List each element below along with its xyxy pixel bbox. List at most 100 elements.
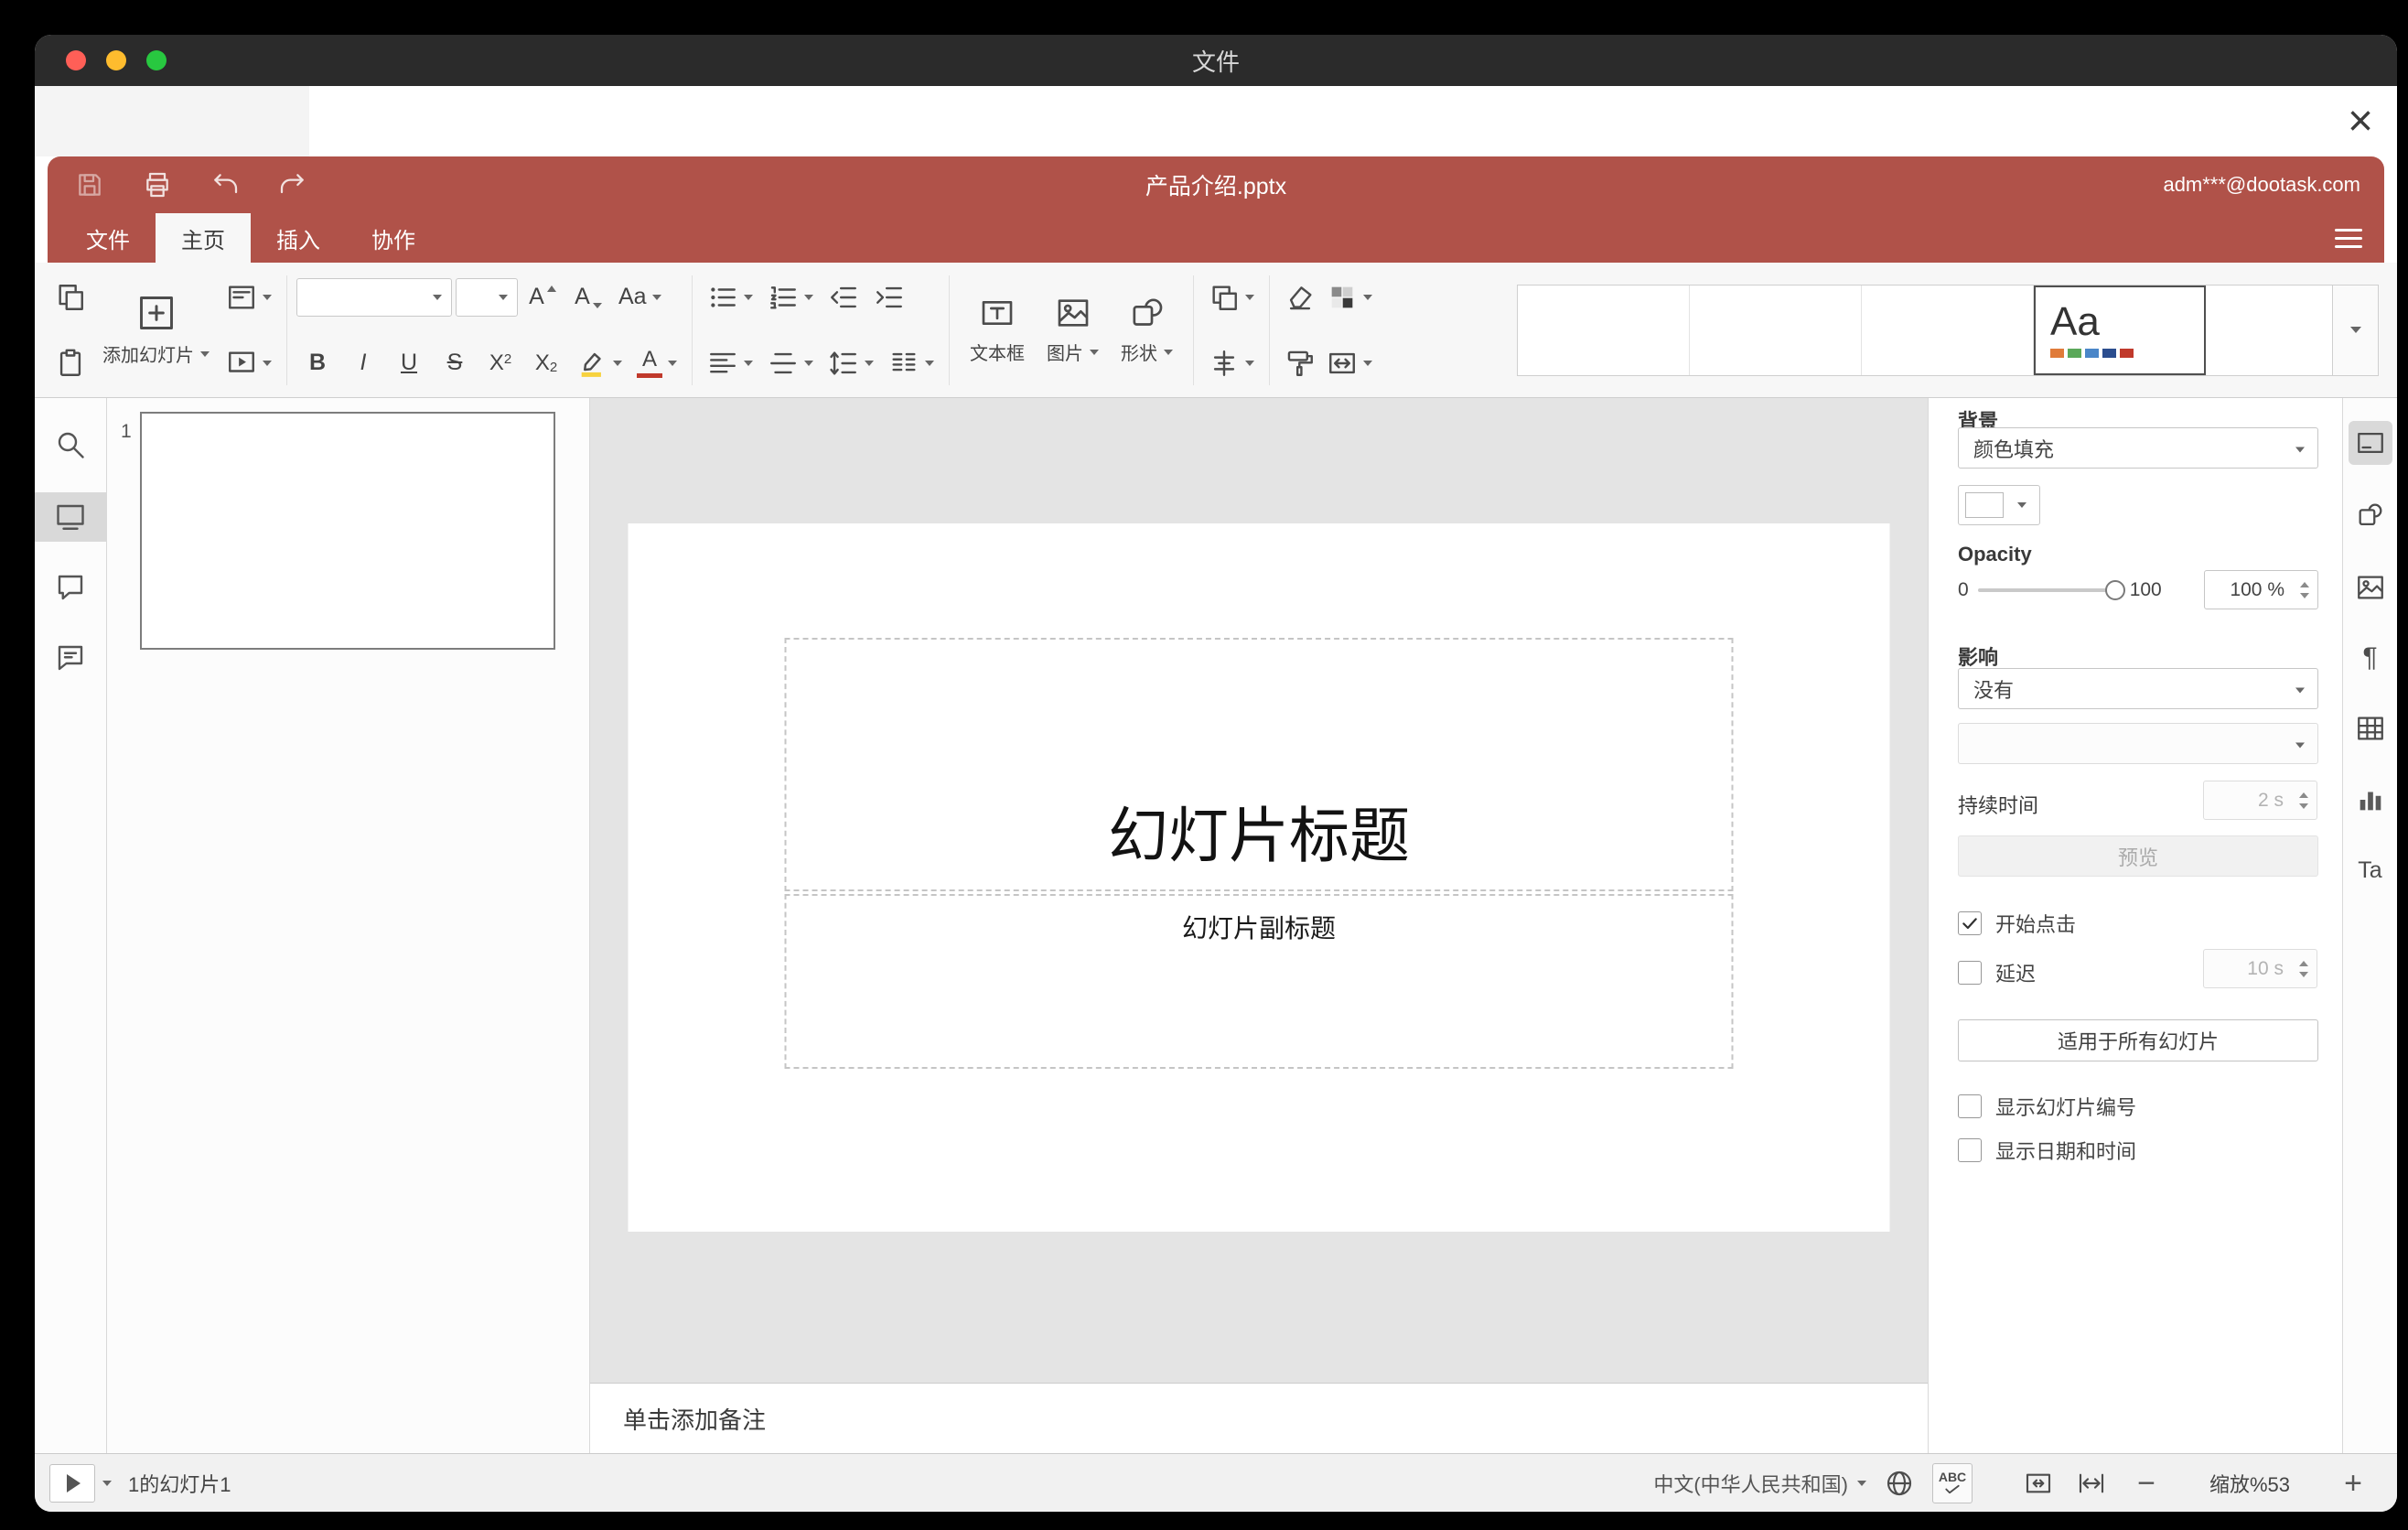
numbered-list-button[interactable] bbox=[762, 272, 819, 323]
decrease-indent-button[interactable] bbox=[822, 272, 865, 323]
slide-layout-button[interactable] bbox=[220, 272, 277, 323]
show-date-time-checkbox[interactable] bbox=[1958, 1138, 1982, 1162]
arrange-shapes-button[interactable] bbox=[1203, 272, 1260, 323]
theme-thumbnail-selected[interactable]: Aa bbox=[2034, 285, 2206, 375]
show-slide-number-checkbox[interactable] bbox=[1958, 1094, 1982, 1118]
zoom-out-button[interactable]: − bbox=[2126, 1468, 2166, 1499]
slide-fill-button[interactable] bbox=[1321, 272, 1378, 323]
delay-checkbox[interactable] bbox=[1958, 961, 1982, 985]
chevron-down-icon bbox=[2295, 742, 2305, 748]
insert-shape-button[interactable]: 形状 bbox=[1110, 268, 1184, 393]
minimize-traffic-light[interactable] bbox=[106, 50, 126, 70]
font-size-combo[interactable] bbox=[456, 277, 518, 317]
highlight-color-button[interactable] bbox=[571, 338, 628, 389]
tab-file[interactable]: 文件 bbox=[60, 213, 156, 263]
start-on-click-checkbox[interactable] bbox=[1958, 911, 1982, 935]
bullet-list-button[interactable] bbox=[702, 272, 758, 323]
tab-collaboration[interactable]: 协作 bbox=[346, 213, 441, 263]
clear-style-button[interactable] bbox=[1279, 272, 1321, 323]
increase-font-button[interactable]: A bbox=[521, 272, 564, 323]
start-slideshow-statusbar-button[interactable] bbox=[49, 1463, 95, 1503]
duration-spinner[interactable]: 2 s bbox=[2203, 781, 2317, 820]
subscript-button[interactable]: X2 bbox=[525, 338, 567, 389]
notes-area[interactable]: 单击添加备注 bbox=[590, 1383, 1928, 1453]
slide[interactable]: 幻灯片标题 幻灯片副标题 bbox=[628, 523, 1890, 1232]
chevron-down-icon[interactable] bbox=[102, 1480, 112, 1486]
chart-settings-tab[interactable] bbox=[2349, 778, 2392, 822]
table-settings-tab[interactable] bbox=[2349, 706, 2392, 750]
columns-button[interactable] bbox=[883, 338, 940, 389]
spinner-arrows-icon[interactable] bbox=[2299, 792, 2308, 809]
effect-select[interactable]: 没有 bbox=[1958, 668, 2318, 709]
show-date-time-label: 显示日期和时间 bbox=[1995, 1140, 2137, 1163]
align-shapes-button[interactable] bbox=[1203, 338, 1260, 389]
apply-to-all-slides-button[interactable]: 适用于所有幻灯片 bbox=[1958, 1019, 2318, 1061]
horizontal-align-button[interactable] bbox=[702, 338, 758, 389]
delay-spinner[interactable]: 10 s bbox=[2203, 949, 2317, 988]
close-traffic-light[interactable] bbox=[66, 50, 86, 70]
maximize-traffic-light[interactable] bbox=[146, 50, 167, 70]
superscript-button[interactable]: X2 bbox=[479, 338, 521, 389]
comments-button[interactable] bbox=[50, 567, 91, 608]
chat-button[interactable] bbox=[50, 638, 91, 678]
add-slide-button[interactable]: 添加幻灯片 bbox=[91, 268, 220, 393]
menu-icon[interactable] bbox=[2335, 223, 2362, 253]
italic-button[interactable]: I bbox=[342, 338, 384, 389]
slide-title-placeholder[interactable]: 幻灯片标题 bbox=[784, 638, 1734, 891]
fill-color-picker[interactable] bbox=[1958, 485, 2040, 525]
fit-to-slide-button[interactable] bbox=[2018, 1463, 2059, 1503]
underline-button[interactable]: U bbox=[388, 338, 430, 389]
effect-option-select[interactable] bbox=[1958, 723, 2318, 764]
theme-gallery-expand-button[interactable] bbox=[2333, 284, 2379, 376]
tab-home[interactable]: 主页 bbox=[156, 213, 251, 263]
copy-button[interactable] bbox=[49, 272, 91, 323]
theme-thumbnail[interactable] bbox=[1518, 285, 1690, 375]
language-button[interactable]: 中文(中华人民共和国) bbox=[1653, 1469, 1866, 1498]
slide-settings-tab[interactable] bbox=[2348, 421, 2392, 465]
close-icon[interactable]: × bbox=[2348, 99, 2373, 144]
zoom-in-button[interactable]: + bbox=[2333, 1468, 2373, 1499]
undo-button[interactable] bbox=[207, 167, 243, 203]
preview-button[interactable]: 预览 bbox=[1958, 835, 2318, 877]
image-settings-tab[interactable] bbox=[2349, 566, 2392, 609]
slide-size-button[interactable] bbox=[1321, 338, 1378, 389]
increase-indent-button[interactable] bbox=[868, 272, 910, 323]
spinner-arrows-icon[interactable] bbox=[2300, 581, 2309, 598]
spinner-arrows-icon[interactable] bbox=[2299, 960, 2308, 977]
document-language-button[interactable] bbox=[1879, 1463, 1919, 1503]
slide-subtitle-placeholder[interactable]: 幻灯片副标题 bbox=[784, 894, 1734, 1069]
strikethrough-button[interactable]: S bbox=[434, 338, 476, 389]
font-name-combo[interactable] bbox=[296, 277, 452, 317]
insert-textbox-button[interactable]: 文本框 bbox=[959, 268, 1036, 393]
redo-button[interactable] bbox=[274, 167, 311, 203]
fit-to-width-button[interactable] bbox=[2071, 1463, 2112, 1503]
theme-thumbnail[interactable] bbox=[2206, 285, 2332, 375]
spellcheck-button[interactable]: ABC bbox=[1932, 1462, 1973, 1503]
opacity-slider-handle[interactable] bbox=[2104, 579, 2125, 600]
tab-insert[interactable]: 插入 bbox=[251, 213, 346, 263]
slides-panel-button[interactable] bbox=[50, 497, 91, 537]
change-case-button[interactable]: Aa bbox=[613, 272, 667, 323]
font-color-button[interactable]: A bbox=[631, 338, 683, 389]
bold-button[interactable]: B bbox=[296, 338, 339, 389]
slide-canvas[interactable]: 幻灯片标题 幻灯片副标题 bbox=[590, 398, 1928, 1383]
copy-style-button[interactable] bbox=[1279, 338, 1321, 389]
slide-thumbnail[interactable] bbox=[140, 412, 555, 650]
paragraph-settings-tab[interactable]: ¶ bbox=[2349, 636, 2392, 680]
print-button[interactable] bbox=[139, 167, 176, 203]
vertical-align-button[interactable] bbox=[762, 338, 819, 389]
opacity-spinner[interactable]: 100 % bbox=[2204, 570, 2318, 609]
paste-button[interactable] bbox=[49, 338, 91, 389]
search-button[interactable] bbox=[50, 425, 91, 465]
textart-settings-tab[interactable]: Ta bbox=[2349, 848, 2392, 892]
insert-image-button[interactable]: 图片 bbox=[1036, 268, 1110, 393]
shape-settings-tab[interactable] bbox=[2349, 493, 2392, 537]
fill-type-select[interactable]: 颜色填充 bbox=[1958, 427, 2318, 469]
save-button[interactable] bbox=[71, 167, 108, 203]
opacity-slider[interactable] bbox=[1977, 579, 2125, 600]
theme-thumbnail[interactable] bbox=[1862, 285, 2034, 375]
start-slideshow-button[interactable] bbox=[220, 338, 277, 389]
decrease-font-button[interactable]: A bbox=[567, 272, 609, 323]
theme-thumbnail[interactable] bbox=[1690, 285, 1862, 375]
line-spacing-button[interactable] bbox=[822, 338, 879, 389]
